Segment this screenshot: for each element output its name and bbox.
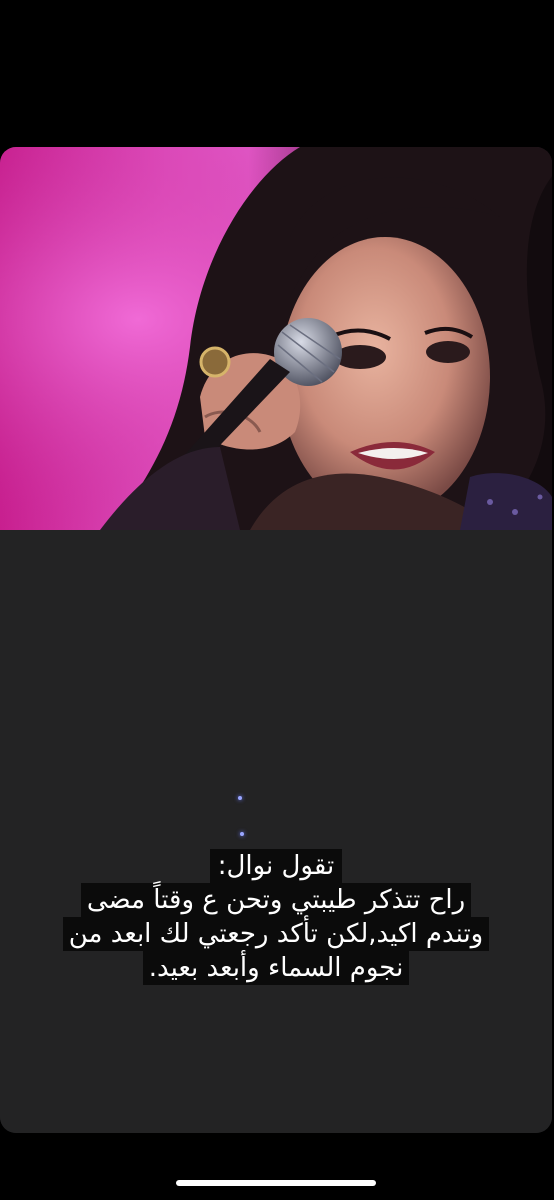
- home-indicator[interactable]: [176, 1180, 376, 1186]
- sparkle-dot: [238, 796, 242, 800]
- caption-line-2: وتندم اكيد,لكن تأكد رجعتي لك ابعد من: [62, 917, 490, 951]
- singer-photo-illustration: [0, 147, 552, 530]
- story-caption: تقول نوال: راح تتذكر طيبتي وتحن ع وقتاً …: [0, 849, 552, 985]
- caption-line-3: نجوم السماء وأبعد بعيد.: [142, 951, 410, 985]
- story-dark-area: [0, 530, 552, 1133]
- story-screen: تقول نوال: راح تتذكر طيبتي وتحن ع وقتاً …: [0, 0, 554, 1200]
- caption-title: تقول نوال:: [209, 849, 343, 883]
- story-photo: [0, 147, 552, 530]
- caption-line-1: راح تتذكر طيبتي وتحن ع وقتاً مضى: [80, 883, 472, 917]
- sparkle-dot: [240, 832, 244, 836]
- story-card[interactable]: تقول نوال: راح تتذكر طيبتي وتحن ع وقتاً …: [0, 147, 552, 1133]
